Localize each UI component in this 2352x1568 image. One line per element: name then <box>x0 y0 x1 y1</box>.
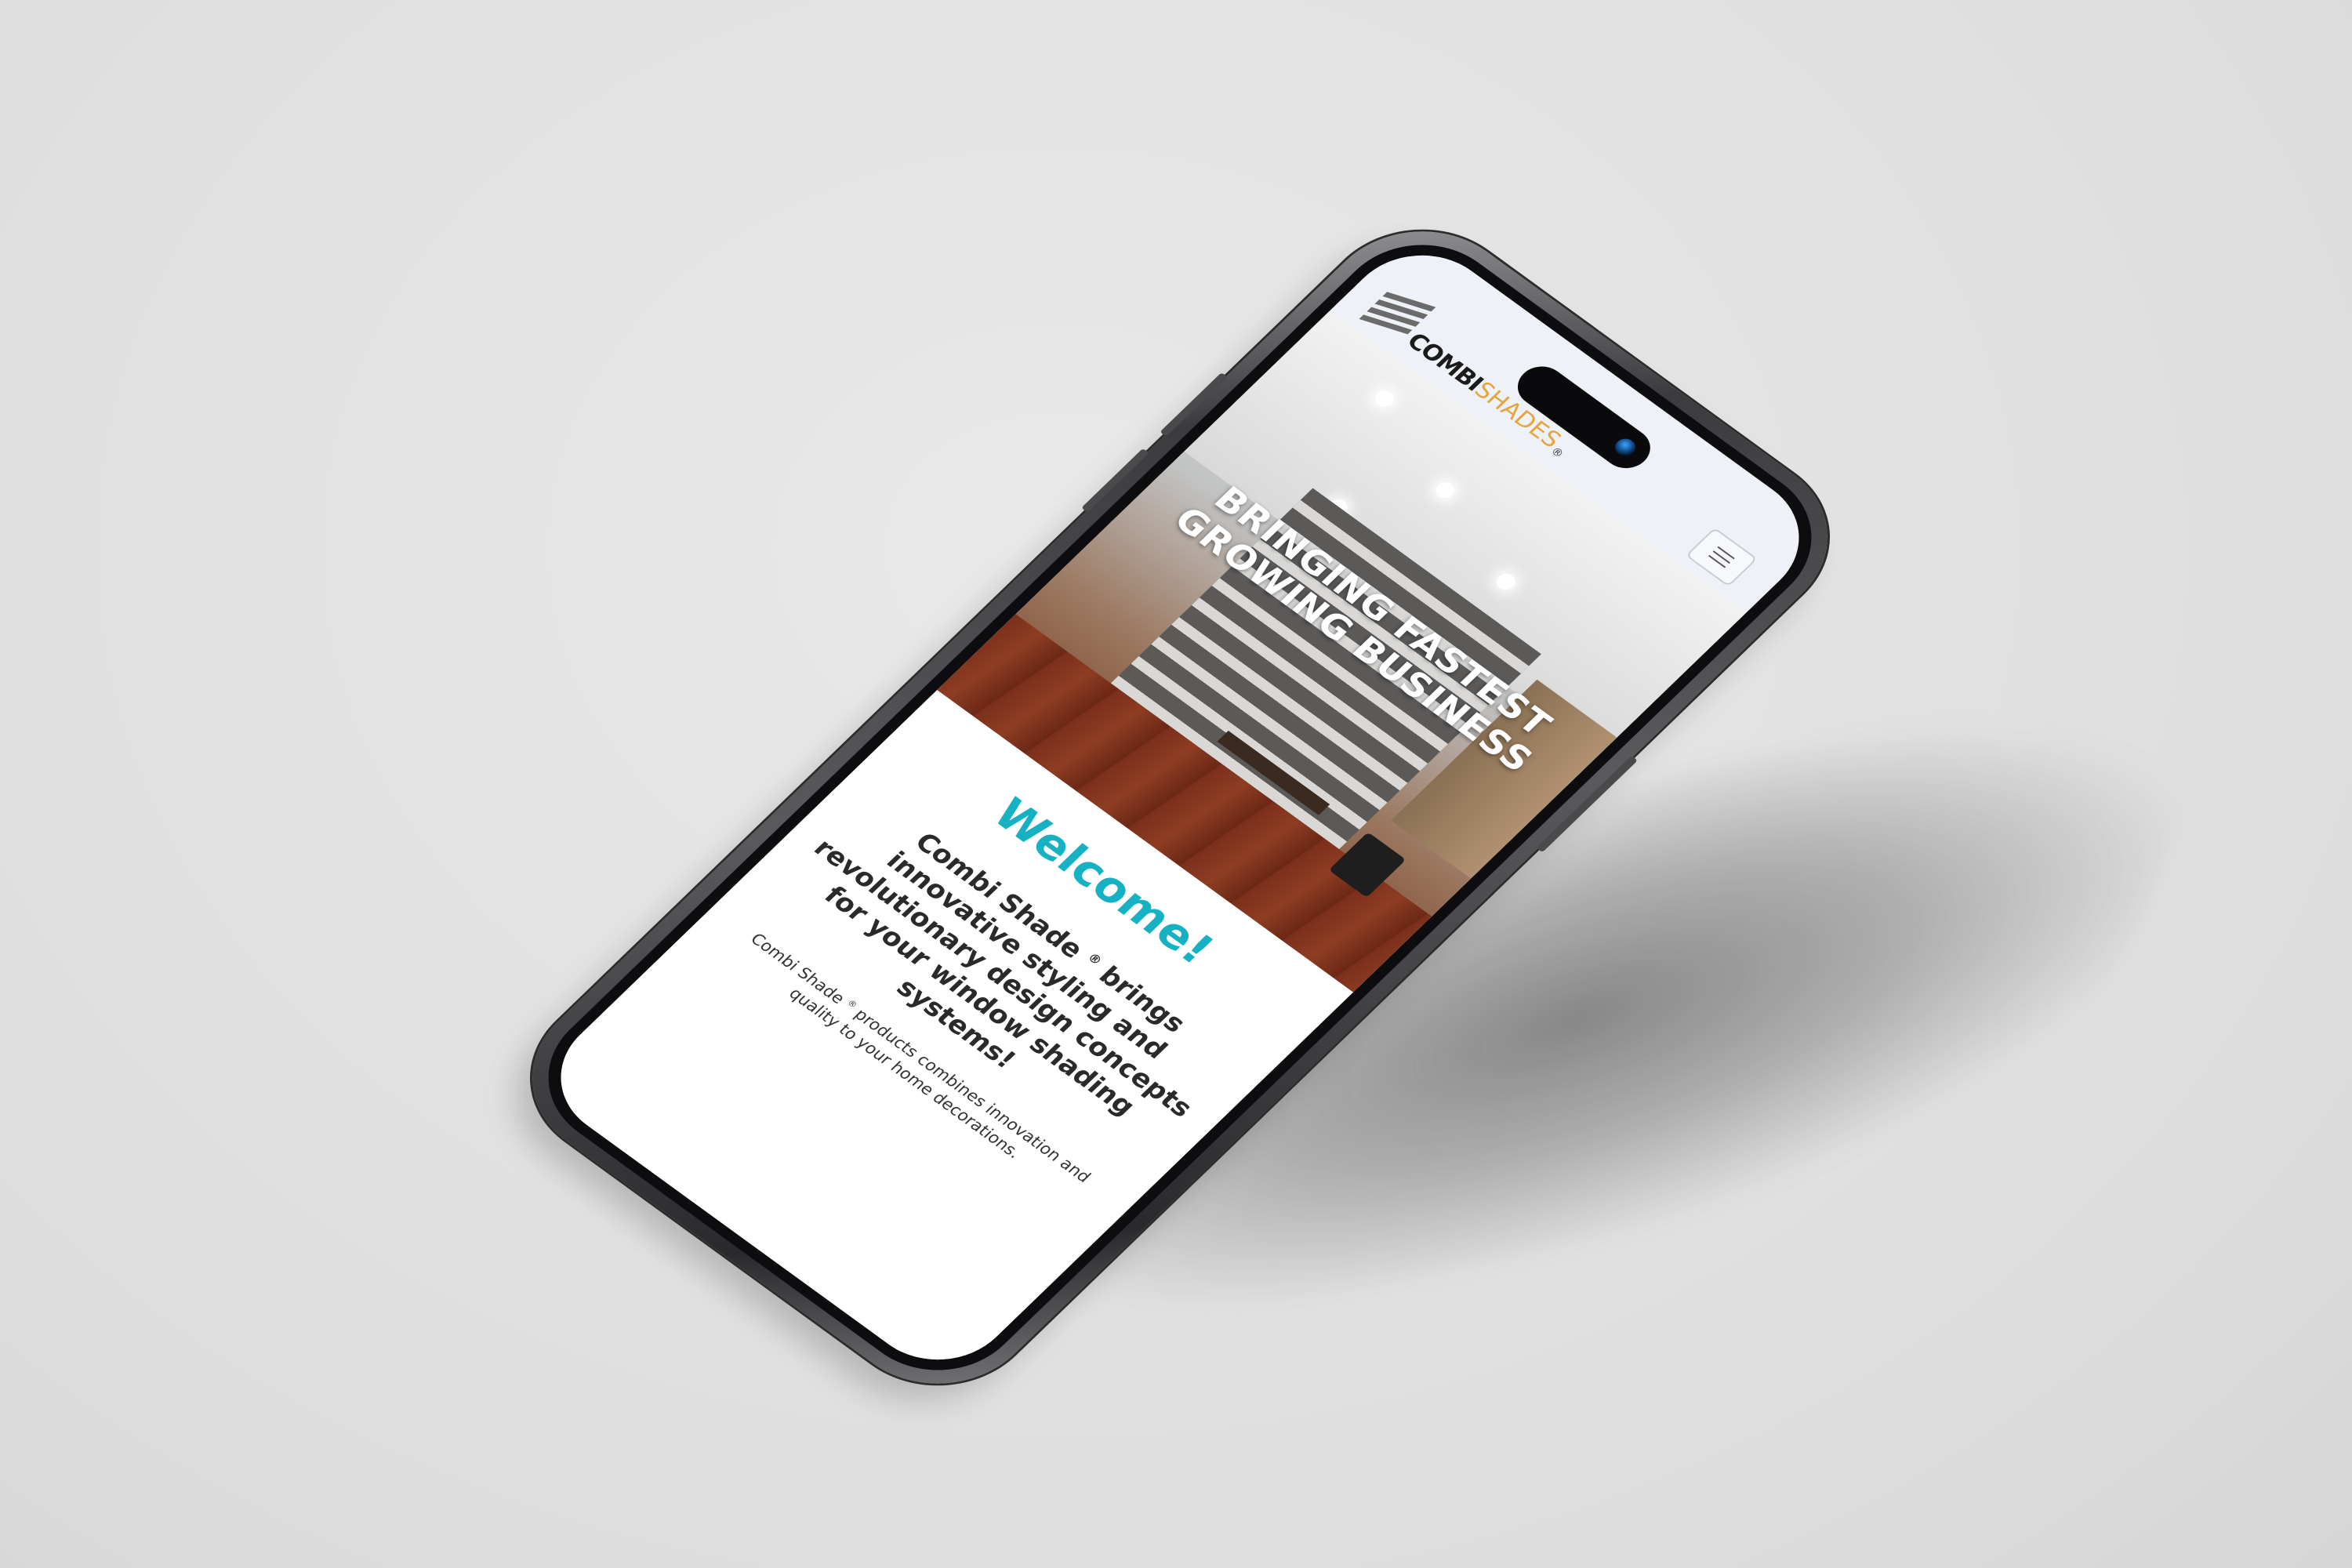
backdrop: COMBI SHADES ® BRINGING FASTEST GROWING … <box>0 0 2352 1568</box>
camera-icon <box>1610 435 1640 459</box>
